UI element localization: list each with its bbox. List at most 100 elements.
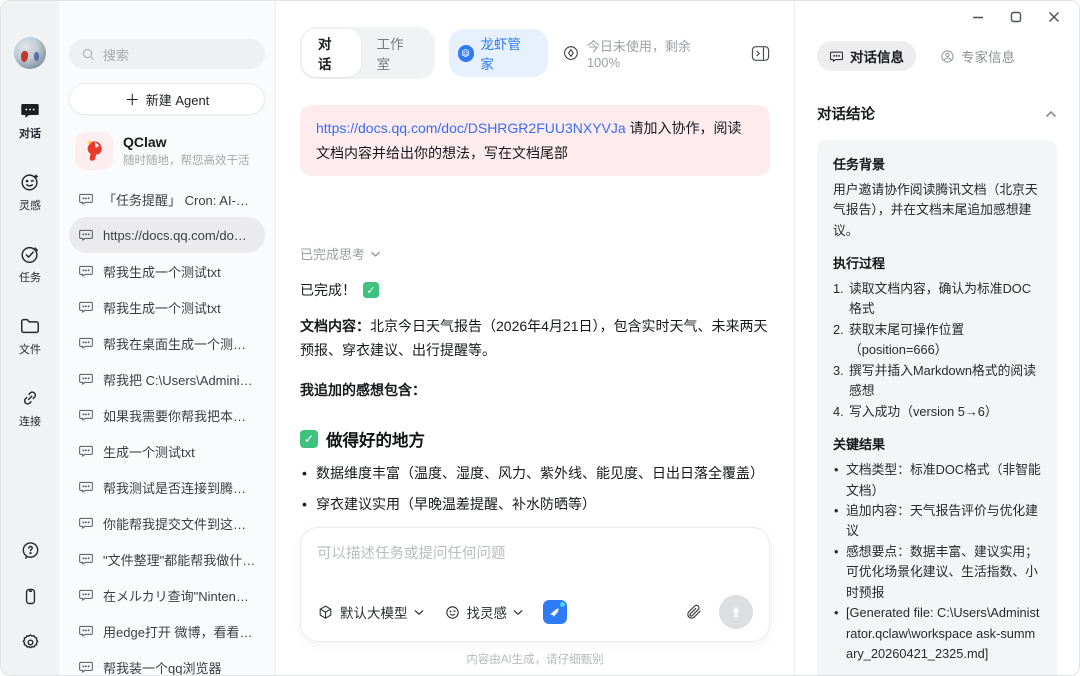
agent-qclaw[interactable]: QClaw 随时随地，帮您高效干活 xyxy=(69,127,265,175)
search-input[interactable]: 搜索 xyxy=(69,39,265,69)
conversation-item[interactable]: 帮我装一个qq浏览器 xyxy=(69,649,265,675)
good-section-title: 做得好的地方 xyxy=(326,427,425,451)
conversation-label: 帮我在桌面生成一个测试txt xyxy=(103,334,256,353)
window-controls xyxy=(963,5,1069,29)
conclusion-section-header[interactable]: 对话结论 xyxy=(817,103,1057,124)
paperclip-icon xyxy=(685,603,703,621)
panel-toggle-icon xyxy=(751,45,770,62)
key-result: [Generated file: C:\Users\Administrator.… xyxy=(833,603,1041,664)
doc-summary-text: 北京今日天气报告（2026年4月21日），包含实时天气、未来两天预报、穿衣建议、… xyxy=(300,318,768,358)
conversation-item[interactable]: 帮我生成一个测试txt xyxy=(69,253,265,289)
close-icon xyxy=(1047,10,1061,24)
panel-tabs: 对话信息 专家信息 xyxy=(817,41,1057,71)
doc-summary: 文档内容：北京今日天气报告（2026年4月21日），包含实时天气、未来两天预报、… xyxy=(300,315,770,363)
process-step: 获取末尾可操作位置（position=666） xyxy=(833,320,1041,361)
chat-outline-icon xyxy=(78,407,94,423)
mobile-icon[interactable] xyxy=(19,585,41,607)
conversation-item[interactable]: "文件整理"都能帮我做什… xyxy=(69,541,265,577)
conversation-item[interactable]: 「任务提醒」 Cron: AI-H… xyxy=(69,181,265,217)
usage-text: 今日未使用，剩余100% xyxy=(587,36,723,70)
good-point: 数据维度丰富（温度、湿度、风力、紫外线、能见度、日出日落全覆盖） xyxy=(300,463,770,485)
docs-plugin-icon[interactable] xyxy=(543,600,567,624)
good-section-heading: ✓ 做得好的地方 xyxy=(300,427,770,451)
conversation-item[interactable]: 帮我把 C:\Users\Admini… xyxy=(69,361,265,397)
model-label: 默认大模型 xyxy=(340,602,408,622)
key-result: 文档类型：标准DOC格式（非智能文档） xyxy=(833,460,1041,501)
conversation-label: 生成一个测试txt xyxy=(103,442,195,461)
send-button[interactable] xyxy=(719,595,753,629)
rail-item-files[interactable]: 文件 xyxy=(19,315,41,357)
conversation-label: https://docs.qq.com/do… xyxy=(103,228,247,243)
chat-outline-icon xyxy=(78,659,94,675)
rail-label: 灵感 xyxy=(19,197,41,213)
minimize-button[interactable] xyxy=(963,5,993,29)
rail-item-tasks[interactable]: 任务 xyxy=(19,243,41,285)
conversation-label: 帮我装一个qq浏览器 xyxy=(103,658,221,676)
close-button[interactable] xyxy=(1039,5,1069,29)
rail-item-connect[interactable]: 连接 xyxy=(19,387,41,429)
info-panel: 对话信息 专家信息 对话结论 任务背景 用户邀请协作阅读腾讯文档（北京天气报告）… xyxy=(794,1,1079,675)
agent-badge-label: 龙虾管家 xyxy=(480,33,534,73)
conversation-item[interactable]: 帮我在桌面生成一个测试txt xyxy=(69,325,265,361)
model-selector[interactable]: 默认大模型 xyxy=(317,602,424,622)
collapse-panel-button[interactable] xyxy=(751,45,770,62)
conversation-label: 在メルカリ查询"Nintend… xyxy=(103,586,256,605)
conversation-item[interactable]: 你能帮我提交文件到这里… xyxy=(69,505,265,541)
attach-button[interactable] xyxy=(685,603,703,621)
chat-scroll-area[interactable]: https://docs.qq.com/doc/DSHRGR2FUU3NXYVJ… xyxy=(276,69,794,515)
conversation-label: 帮我把 C:\Users\Admini… xyxy=(103,370,253,389)
chat-outline-icon xyxy=(78,551,94,567)
rail-item-inspiration[interactable]: 灵感 xyxy=(19,171,41,213)
feelings-intro: 我追加的感想包含： xyxy=(300,380,770,400)
conversation-label: 你能帮我提交文件到这里… xyxy=(103,514,256,533)
good-point: 穿衣建议实用（早晚温差提醒、补水防晒等） xyxy=(300,494,770,515)
conversation-label: 帮我生成一个测试txt xyxy=(103,298,221,317)
conversation-item[interactable]: https://docs.qq.com/do… xyxy=(69,217,265,253)
rail-item-chat[interactable]: 对话 xyxy=(19,99,41,141)
good-points-list: 数据维度丰富（温度、湿度、风力、紫外线、能见度、日出日落全覆盖） 穿衣建议实用（… xyxy=(300,463,770,515)
conversation-item[interactable]: 帮我测试是否连接到腾讯… xyxy=(69,469,265,505)
nav-rail: 对话 灵感 任务 文件 连接 xyxy=(1,1,59,675)
help-icon[interactable] xyxy=(19,539,41,561)
maximize-button[interactable] xyxy=(1001,5,1031,29)
settings-gear-icon[interactable] xyxy=(19,631,41,653)
conversation-item[interactable]: 生成一个测试txt xyxy=(69,433,265,469)
agent-name: QClaw xyxy=(123,134,250,150)
inspiration-selector[interactable]: 找灵感 xyxy=(444,602,524,622)
link-icon xyxy=(19,387,41,409)
conversation-item[interactable]: 在メルカリ查询"Nintend… xyxy=(69,577,265,613)
agent-badge-icon xyxy=(458,45,475,62)
message-input[interactable] xyxy=(317,542,753,576)
rail-label: 文件 xyxy=(19,341,41,357)
thought-label: 已完成思考 xyxy=(300,244,365,263)
main-header: 对话 工作室 龙虾管家 今日未使用，剩余100% xyxy=(276,37,794,69)
user-avatar[interactable] xyxy=(14,37,46,69)
composer-toolbar: 默认大模型 找灵感 xyxy=(317,595,753,629)
check-icon: ✓ xyxy=(363,282,379,298)
results-title: 关键结果 xyxy=(833,435,1041,456)
conversation-label: "文件整理"都能帮我做什… xyxy=(103,550,255,569)
send-arrow-icon xyxy=(729,605,743,619)
conversation-item[interactable]: 如果我需要你帮我把本地… xyxy=(69,397,265,433)
thought-toggle[interactable]: 已完成思考 xyxy=(300,244,770,263)
task-timer-icon xyxy=(19,243,41,265)
quota-icon xyxy=(562,44,580,62)
search-icon xyxy=(81,47,96,62)
conversation-label: 如果我需要你帮我把本地… xyxy=(103,406,256,425)
tab-expert-info[interactable]: 专家信息 xyxy=(928,41,1027,71)
conversation-item[interactable]: 用edge打开 微博，看看… xyxy=(69,613,265,649)
doc-link[interactable]: https://docs.qq.com/doc/DSHRGR2FUU3NXYVJ… xyxy=(316,120,626,136)
tab-conversation-info[interactable]: 对话信息 xyxy=(817,41,916,71)
key-result: 追加内容：天气报告评价与优化建议 xyxy=(833,501,1041,542)
composer-area: 默认大模型 找灵感 xyxy=(276,515,794,675)
chat-outline-icon xyxy=(829,49,844,64)
folder-icon xyxy=(19,315,41,337)
composer-actions xyxy=(685,595,753,629)
maximize-icon xyxy=(1009,10,1023,24)
inspiration-smiley-icon xyxy=(444,604,461,621)
lobster-claw-icon xyxy=(75,132,113,170)
new-agent-button[interactable]: ＋ 新建 Agent xyxy=(69,83,265,115)
conversation-item[interactable]: 帮我生成一个测试txt xyxy=(69,289,265,325)
key-result: 感想要点：数据丰富、建议实用；可优化场景化建议、生活指数、小时预报 xyxy=(833,542,1041,603)
chevron-down-icon xyxy=(414,609,424,616)
